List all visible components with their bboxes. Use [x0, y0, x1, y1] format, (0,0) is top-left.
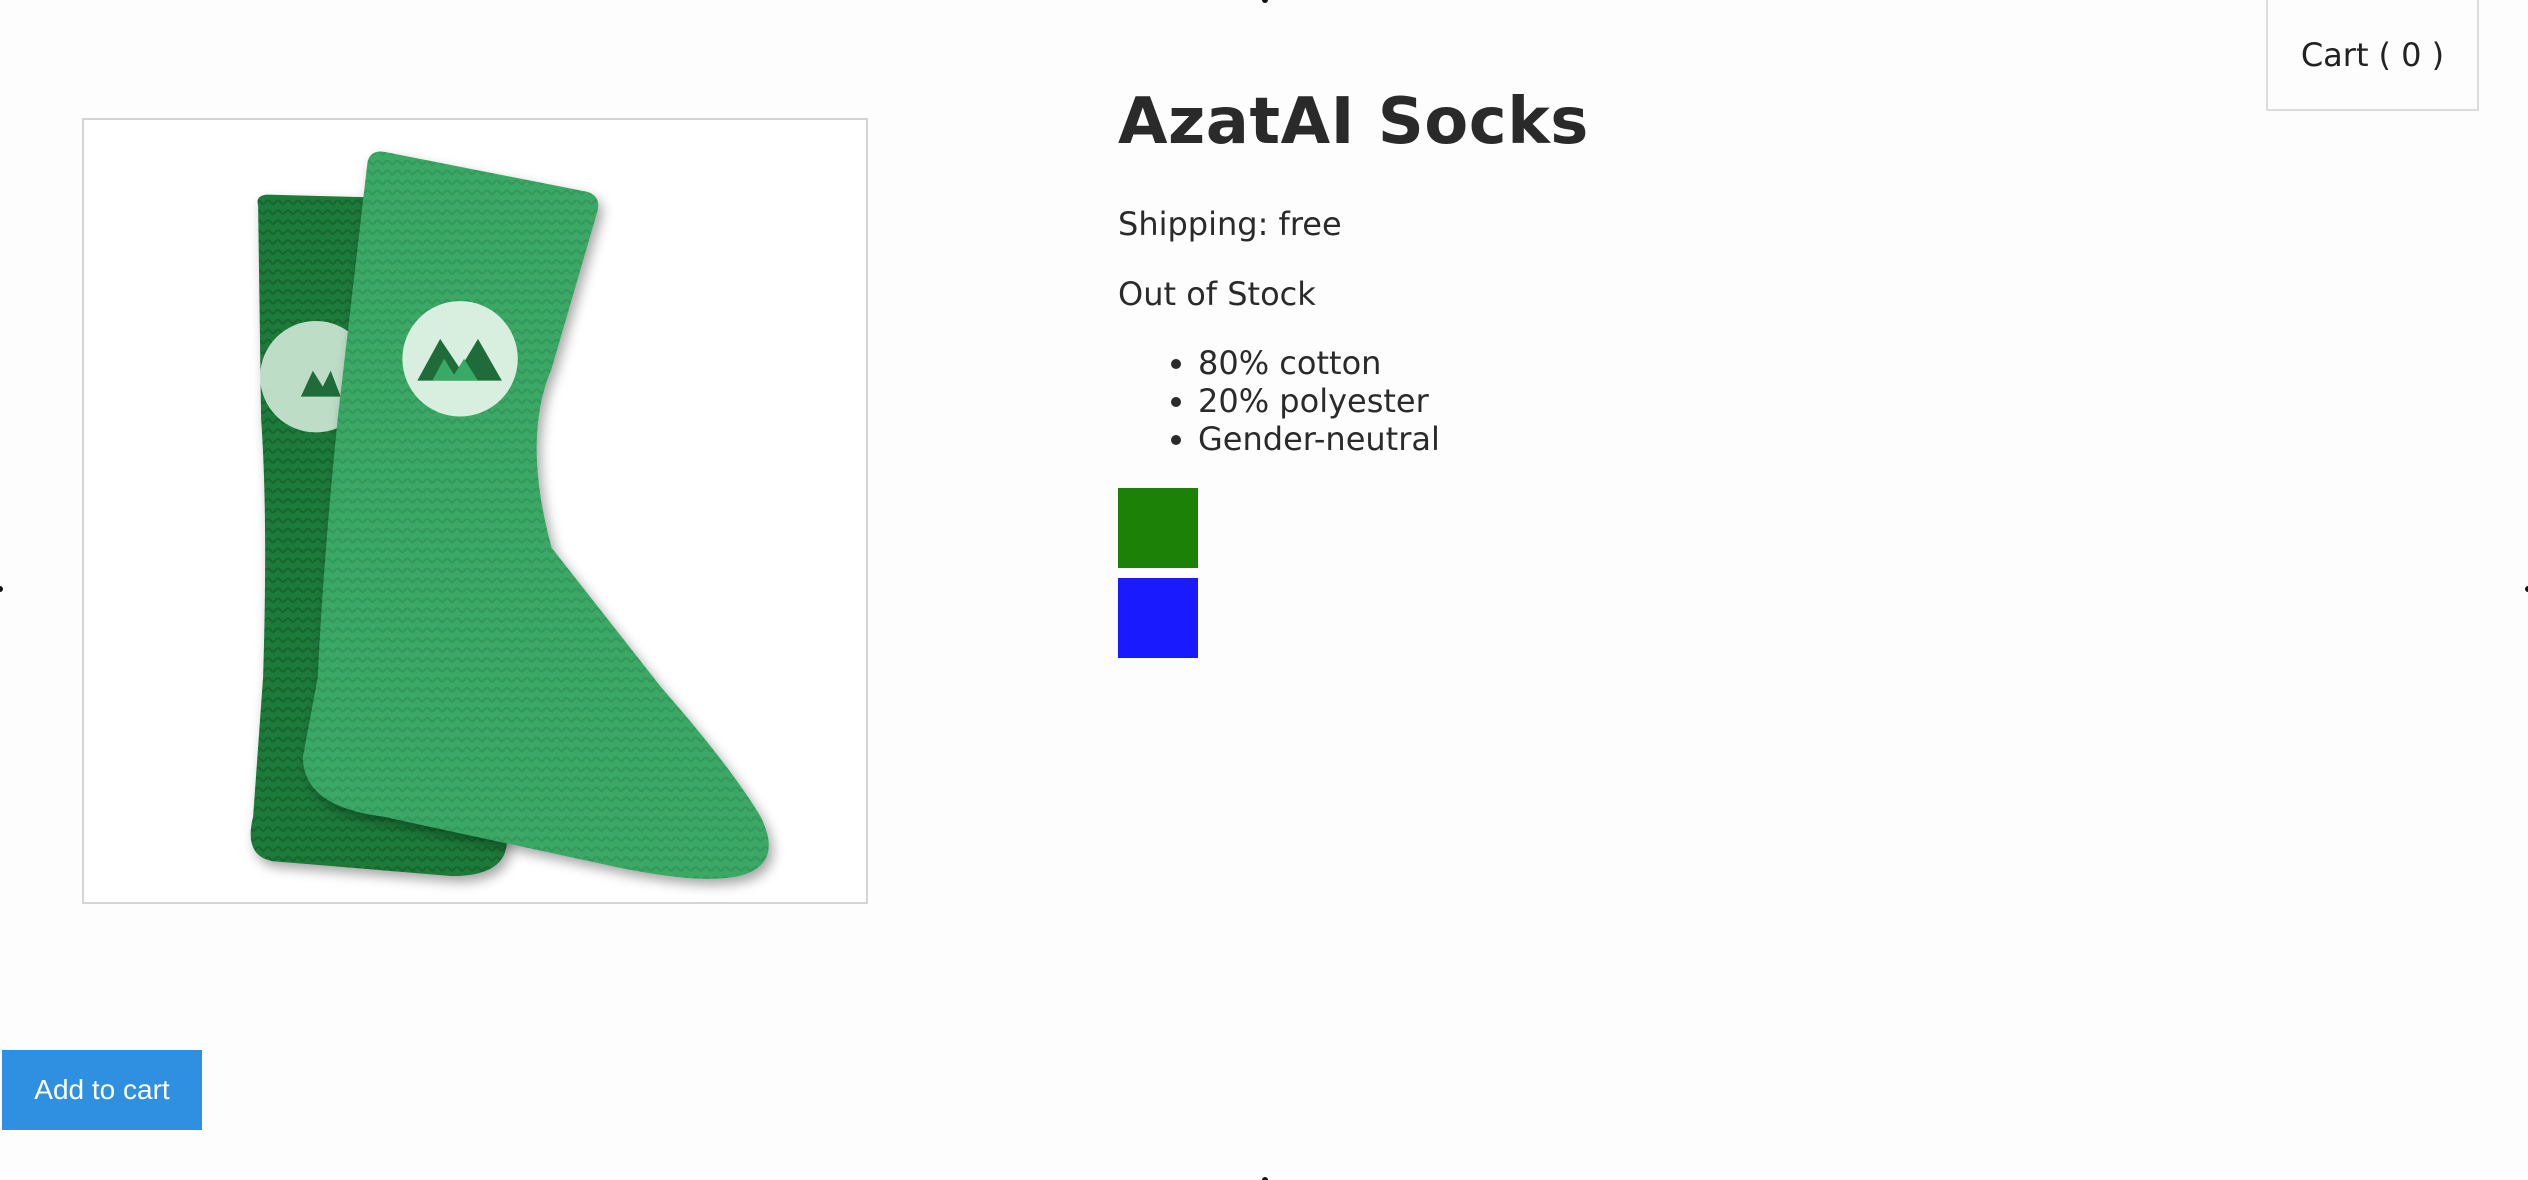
stock-status: Out of Stock [1118, 275, 1316, 313]
cart-button[interactable]: Cart ( 0 ) [2266, 0, 2479, 111]
color-swatches [1118, 488, 2218, 658]
cart-count: ( 0 ) [2378, 35, 2445, 74]
product-info: AzatAI Socks Shipping: free Out of Stock… [1118, 84, 2218, 658]
add-to-cart-button[interactable]: Add to cart [2, 1050, 202, 1130]
color-swatch-green[interactable] [1118, 488, 1198, 568]
shipping-text: Shipping: free [1118, 205, 1342, 243]
resize-marker-left [0, 586, 3, 592]
product-image [82, 118, 868, 904]
feature-item: 80% cotton [1198, 344, 2218, 382]
cart-label: Cart [2300, 35, 2369, 74]
green-socks-image [250, 151, 769, 879]
feature-list: 80% cotton 20% polyester Gender-neutral [1118, 344, 2218, 458]
feature-item: Gender-neutral [1198, 420, 2218, 458]
feature-item: 20% polyester [1198, 382, 2218, 420]
resize-marker-top [1262, 0, 1268, 3]
product-page: Cart ( 0 ) AzatAI Socks Shipping: free O… [0, 0, 2528, 1180]
product-title: AzatAI Socks [1118, 85, 1589, 159]
color-swatch-blue[interactable] [1118, 578, 1198, 658]
